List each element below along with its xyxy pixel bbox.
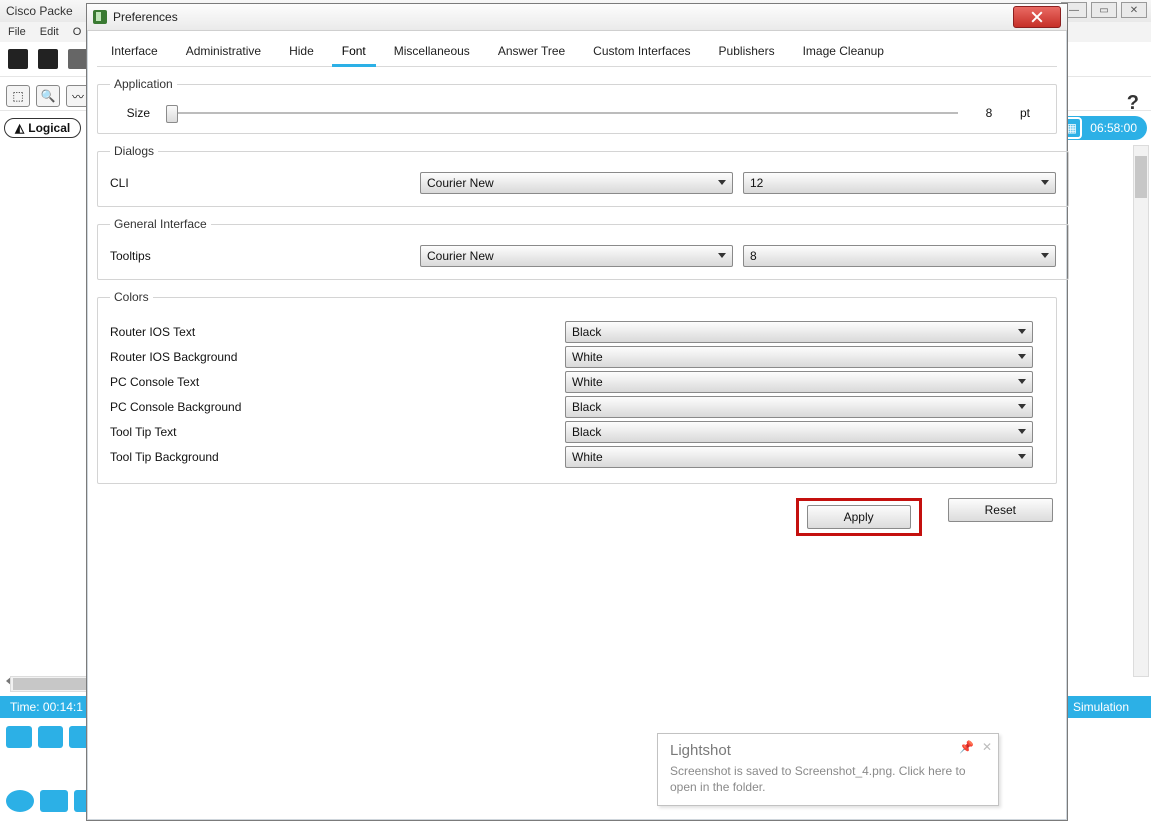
color-row: Tool Tip Background White [110, 446, 1044, 468]
size-slider[interactable] [166, 105, 958, 121]
menu-options-partial[interactable]: O [73, 26, 82, 38]
tab-font[interactable]: Font [328, 38, 380, 66]
size-value: 8 [974, 106, 1004, 120]
tab-miscellaneous[interactable]: Miscellaneous [380, 38, 484, 66]
cli-font-select[interactable]: Courier New [420, 172, 733, 194]
tooltips-size-select[interactable]: 8 [743, 245, 1056, 267]
group-general-interface-legend: General Interface [110, 217, 211, 231]
size-unit: pt [1020, 106, 1044, 120]
color-label: Router IOS Text [110, 325, 565, 339]
tooltips-font-value: Courier New [427, 249, 494, 263]
toast-message: Screenshot is saved to Screenshot_4.png.… [670, 763, 970, 795]
group-application: Application Size 8 pt [97, 77, 1057, 134]
device-body-icon[interactable] [6, 726, 32, 748]
tab-interface[interactable]: Interface [97, 38, 172, 66]
device-wireless-icon[interactable] [40, 790, 68, 812]
tooltips-font-select[interactable]: Courier New [420, 245, 733, 267]
color-value: White [572, 375, 603, 389]
group-dialogs-legend: Dialogs [110, 144, 158, 158]
color-row: PC Console Text White [110, 371, 1044, 393]
dialog-titlebar[interactable]: Preferences [87, 4, 1067, 31]
tab-administrative[interactable]: Administrative [172, 38, 275, 66]
color-select[interactable]: Black [565, 421, 1033, 443]
elapsed-time: Time: 00:14:1 [10, 700, 83, 714]
dialog-title: Preferences [113, 10, 178, 24]
toolbar-save-icon[interactable] [68, 49, 88, 69]
main-app-title: Cisco Packe [6, 4, 73, 18]
color-row: Tool Tip Text Black [110, 421, 1044, 443]
main-max-icon[interactable]: ▭ [1091, 2, 1117, 18]
group-application-legend: Application [110, 77, 177, 91]
slider-thumb-icon[interactable] [166, 105, 178, 123]
logical-view-button[interactable]: ◭ Logical [4, 118, 81, 138]
device-switch-icon[interactable] [38, 726, 64, 748]
select-tool-icon[interactable]: ⬚ [6, 85, 30, 107]
size-label: Size [110, 106, 150, 120]
toast-pin-icon[interactable]: 📌 [959, 740, 974, 754]
cli-label: CLI [110, 176, 410, 190]
device-router-icon[interactable] [6, 790, 34, 812]
tabs: Interface Administrative Hide Font Misce… [97, 38, 1057, 67]
menu-edit[interactable]: Edit [40, 26, 59, 38]
preferences-dialog: Preferences Interface Administrative Hid… [86, 3, 1068, 821]
tab-custom-interfaces[interactable]: Custom Interfaces [579, 38, 704, 66]
tooltips-label: Tooltips [110, 249, 410, 263]
workspace-vscrollbar[interactable] [1133, 145, 1149, 677]
color-select[interactable]: White [565, 371, 1033, 393]
tab-answer-tree[interactable]: Answer Tree [484, 38, 579, 66]
dialog-app-icon [93, 10, 107, 24]
apply-button[interactable]: Apply [807, 505, 911, 529]
main-close-icon[interactable]: ✕ [1121, 2, 1147, 18]
color-row: PC Console Background Black [110, 396, 1044, 418]
color-select[interactable]: Black [565, 321, 1033, 343]
dialog-close-button[interactable] [1013, 6, 1061, 28]
toolbar-open-icon[interactable] [38, 49, 58, 69]
group-colors-legend: Colors [110, 290, 153, 304]
color-value: Black [572, 325, 601, 339]
tooltips-size-value: 8 [750, 249, 757, 263]
color-value: White [572, 350, 603, 364]
tab-hide[interactable]: Hide [275, 38, 328, 66]
lightshot-toast[interactable]: 📌 ✕ Lightshot Screenshot is saved to Scr… [657, 733, 999, 806]
color-label: PC Console Text [110, 375, 565, 389]
color-row: Router IOS Background White [110, 346, 1044, 368]
toolbar-new-icon[interactable] [8, 49, 28, 69]
color-label: Router IOS Background [110, 350, 565, 364]
color-value: Black [572, 425, 601, 439]
zoom-tool-icon[interactable]: 🔍 [36, 85, 60, 107]
group-dialogs: Dialogs CLI Courier New 12 [97, 144, 1069, 207]
main-window-controls: — ▭ ✕ [1061, 2, 1147, 18]
color-label: Tool Tip Background [110, 450, 565, 464]
group-general-interface: General Interface Tooltips Courier New 8 [97, 217, 1069, 280]
cli-size-value: 12 [750, 176, 763, 190]
clock-time: 06:58:00 [1090, 121, 1137, 135]
button-row: Apply Reset [97, 498, 1057, 536]
color-select[interactable]: White [565, 346, 1033, 368]
toast-close-icon[interactable]: ✕ [982, 740, 992, 754]
logical-label: Logical [28, 121, 70, 135]
cli-size-select[interactable]: 12 [743, 172, 1056, 194]
reset-button[interactable]: Reset [948, 498, 1053, 522]
color-label: PC Console Background [110, 400, 565, 414]
color-select[interactable]: Black [565, 396, 1033, 418]
group-colors: Colors Router IOS Text Black Router IOS Ba… [97, 290, 1057, 484]
color-value: Black [572, 400, 601, 414]
toast-title: Lightshot [670, 742, 970, 759]
tab-publishers[interactable]: Publishers [705, 38, 789, 66]
menu-file[interactable]: File [8, 26, 26, 38]
apply-highlight-box: Apply [796, 498, 922, 536]
logical-icon: ◭ [15, 121, 24, 135]
cli-font-value: Courier New [427, 176, 494, 190]
color-select[interactable]: White [565, 446, 1033, 468]
color-label: Tool Tip Text [110, 425, 565, 439]
simulation-mode-button[interactable]: Simulation [1061, 698, 1141, 716]
tab-image-cleanup[interactable]: Image Cleanup [789, 38, 898, 66]
color-value: White [572, 450, 603, 464]
color-row: Router IOS Text Black [110, 321, 1044, 343]
